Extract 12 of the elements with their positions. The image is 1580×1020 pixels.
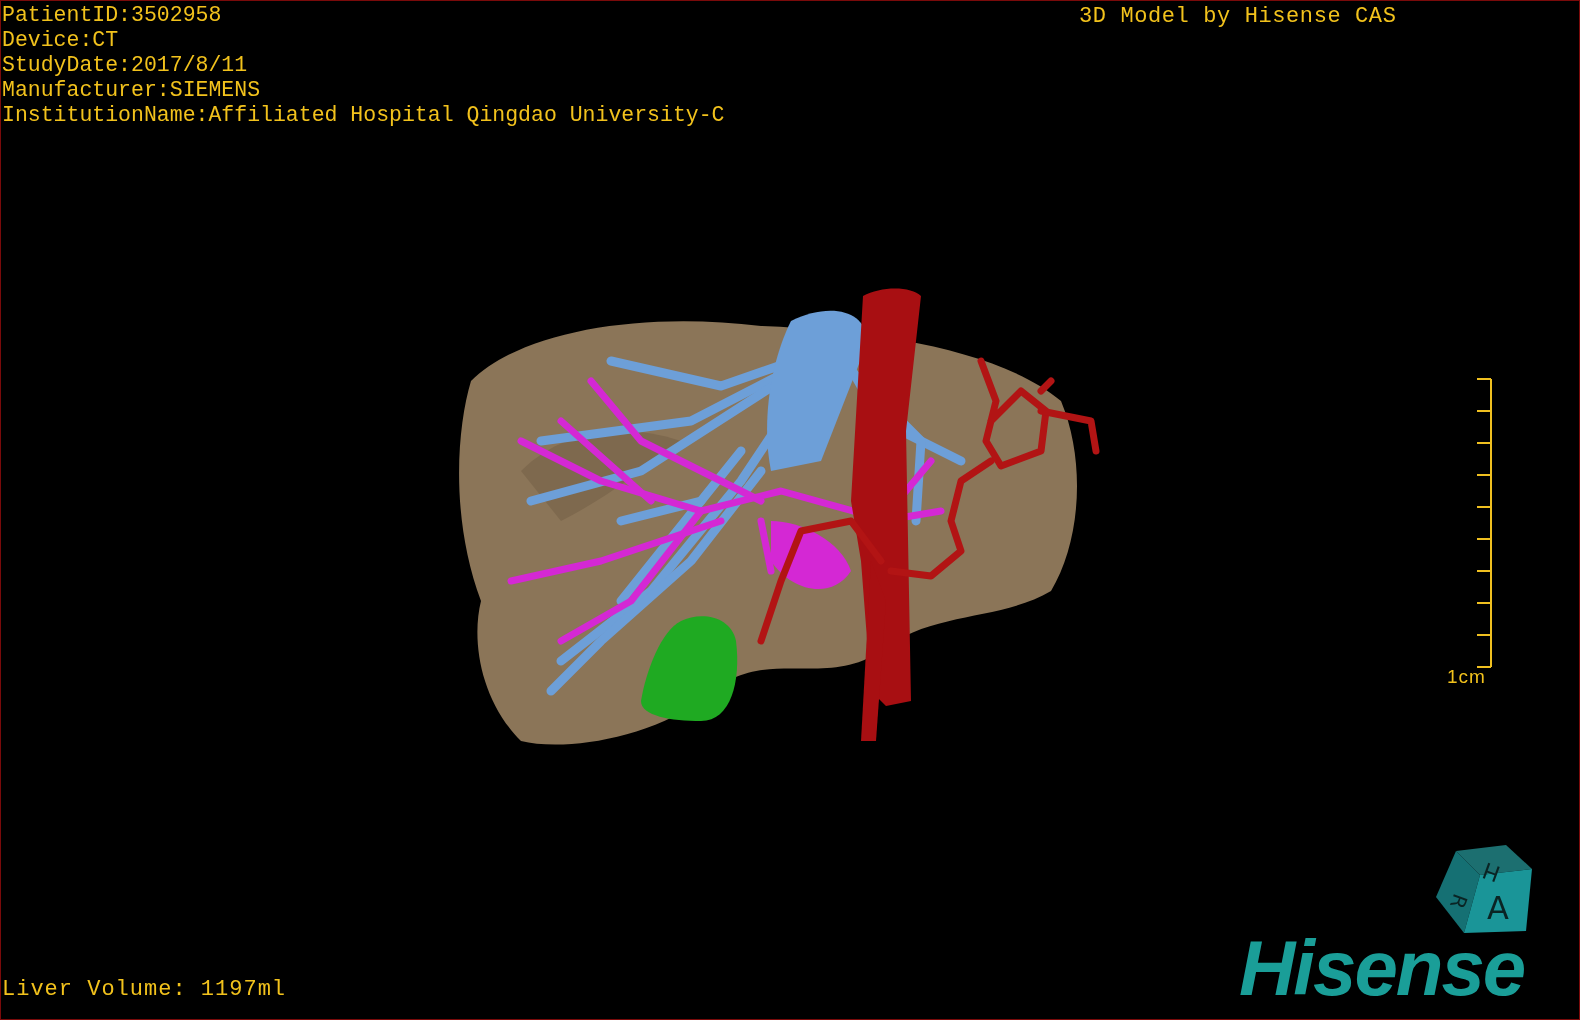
study-info-line: StudyDate:2017/8/11 xyxy=(2,53,249,78)
scale-label: 1cm xyxy=(1447,666,1486,688)
study-info-line: PatientID:3502958 xyxy=(2,3,223,28)
cube-face-label: R xyxy=(1444,890,1473,913)
study-info-line: InstitutionName:Affiliated Hospital Qingdao University-C xyxy=(2,103,725,128)
study-info-line: Device:CT xyxy=(2,28,120,53)
study-info-line: Manufacturer:SIEMENS xyxy=(2,78,262,103)
viewport[interactable]: PatientID:3502958 Device:CT StudyDate:2017/8/11 Manufacturer:SIEMENS InstitutionName:Affiliated Hospital Qingdao University-C 3D Model by Hisense CAS 1cm Liver Volume: 1197ml H R A Hisense xyxy=(0,0,1580,1020)
cube-face-label: A xyxy=(1487,889,1509,927)
viewer-title: 3D Model by Hisense CAS xyxy=(1079,4,1397,29)
liver-volume: Liver Volume: 1197ml xyxy=(2,977,287,1002)
cube-face-label: H xyxy=(1479,857,1504,887)
